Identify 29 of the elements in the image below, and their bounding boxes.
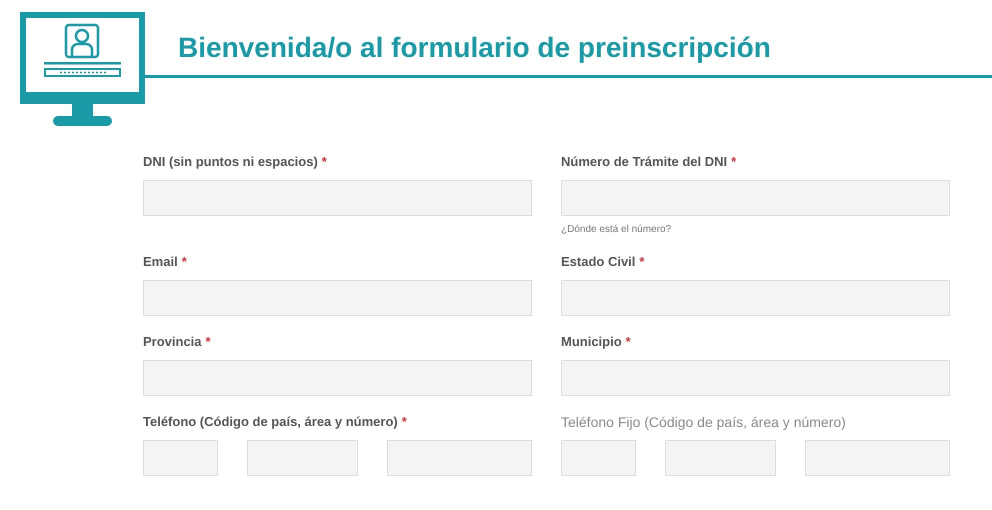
field-label: Teléfono (Código de país, área y número) <box>143 413 398 432</box>
field-label: Provincia <box>143 333 202 352</box>
text-input-field[interactable] <box>143 360 532 396</box>
required-asterisk: * <box>626 333 631 352</box>
page-title: Bienvenida/o al formulario de preinscripción <box>177 31 772 65</box>
required-asterisk: * <box>182 253 187 272</box>
field-label: Email <box>143 253 178 272</box>
required-asterisk: * <box>639 253 644 272</box>
text-input-field[interactable] <box>561 360 950 396</box>
field-label: Estado Civil <box>561 253 636 272</box>
required-asterisk: * <box>731 153 736 172</box>
phone-number-field[interactable] <box>387 440 532 476</box>
area-code-field[interactable] <box>247 440 358 476</box>
field-label: Teléfono Fijo (Código de país, área y número) <box>561 412 846 432</box>
country-code-field[interactable] <box>561 440 636 476</box>
field-label: Municipio <box>561 333 622 352</box>
country-code-field[interactable] <box>143 440 218 476</box>
text-input-field[interactable] <box>561 280 950 316</box>
required-asterisk: * <box>206 333 211 352</box>
field-label: Número de Trámite del DNI <box>561 153 728 172</box>
text-input-field[interactable] <box>561 180 950 216</box>
area-code-field[interactable] <box>665 440 776 476</box>
text-input-field[interactable] <box>143 180 532 216</box>
required-asterisk: * <box>322 153 327 172</box>
field-label: DNI (sin puntos ni espacios) <box>143 153 318 172</box>
phone-number-field[interactable] <box>805 440 950 476</box>
text-input-field[interactable] <box>143 280 532 316</box>
help-link[interactable]: ¿Dónde está el número? <box>561 222 950 236</box>
required-asterisk: * <box>402 413 407 432</box>
